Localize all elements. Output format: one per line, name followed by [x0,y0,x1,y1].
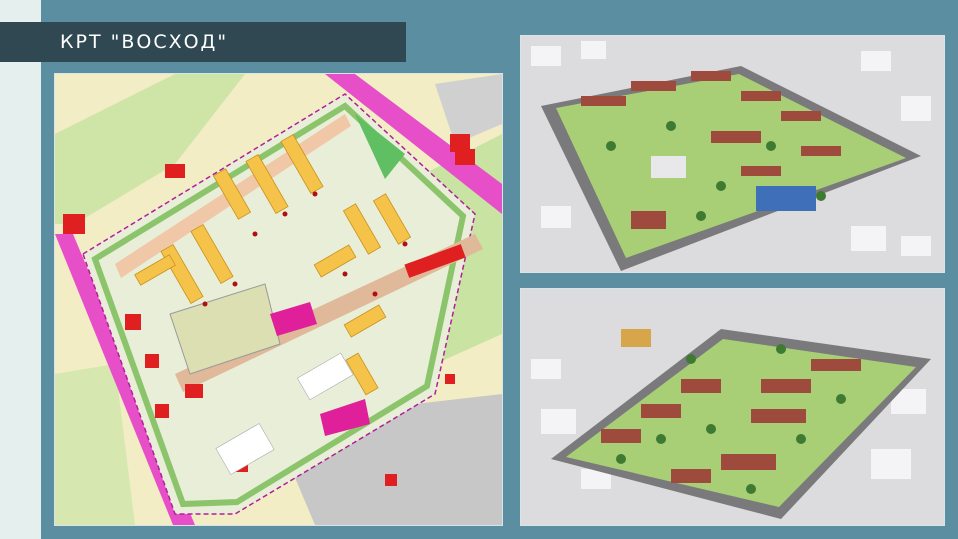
master-plan-panel [54,73,503,526]
title-banner: КРТ "ВОСХОД" [0,22,406,62]
render-bottom-panel [520,288,945,526]
master-plan-drawing [55,74,502,525]
page-title: КРТ "ВОСХОД" [60,31,229,53]
render-top-panel [520,35,945,273]
render-bottom-image [521,289,944,525]
render-top-image [521,36,944,272]
left-side-strip [0,0,41,539]
